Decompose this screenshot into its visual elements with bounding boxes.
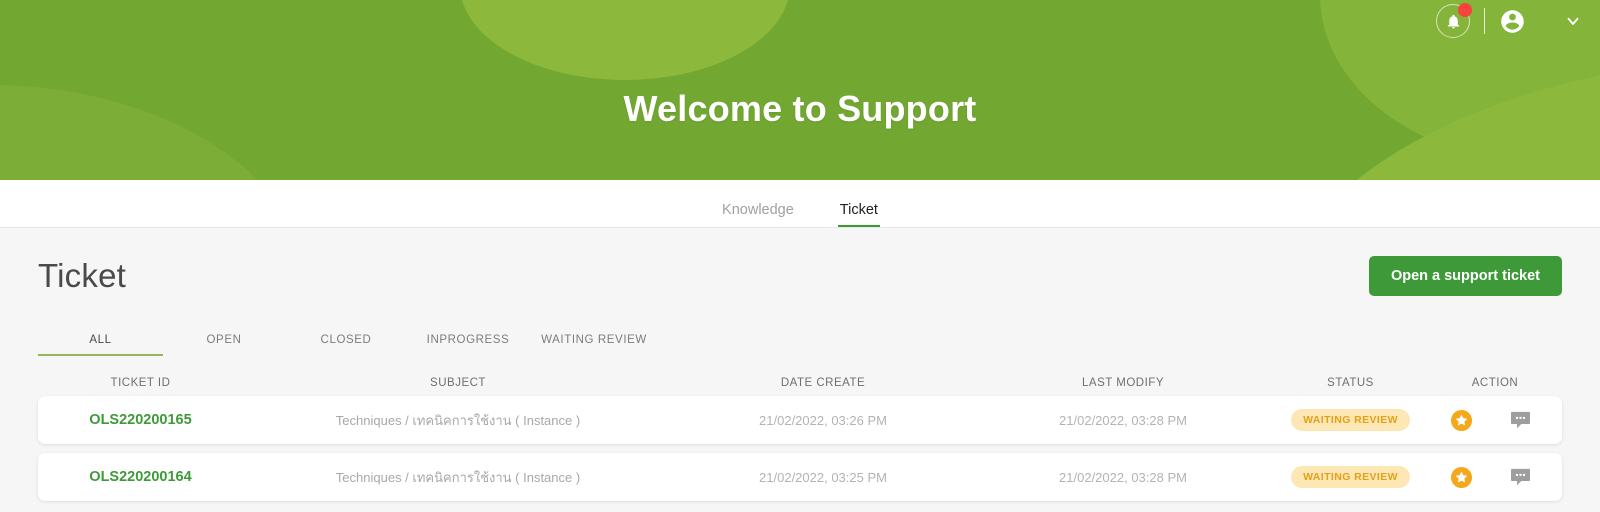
filter-tab-open[interactable]: OPEN xyxy=(163,334,285,356)
ticket-subject: Techniques / เทคนิคการใช้งาน ( Instance … xyxy=(335,469,581,485)
notification-badge xyxy=(1458,3,1472,17)
open-support-ticket-button[interactable]: Open a support ticket xyxy=(1368,256,1562,296)
ticket-date-create: 21/02/2022, 03:26 PM xyxy=(759,412,887,428)
action-cell xyxy=(1428,396,1562,444)
ticket-last-modify: 21/02/2022, 03:28 PM xyxy=(1059,412,1187,428)
filter-tab-closed[interactable]: CLOSED xyxy=(285,334,407,356)
ticket-date-create: 21/02/2022, 03:25 PM xyxy=(759,469,887,485)
notifications-button[interactable] xyxy=(1436,3,1472,38)
decorative-blob-top xyxy=(460,0,790,80)
status-cell: WAITING REVIEW xyxy=(1273,396,1428,444)
column-header-status: STATUS xyxy=(1327,377,1374,389)
chat-bubble-icon[interactable] xyxy=(1510,468,1531,487)
page-header: Ticket Open a support ticket xyxy=(38,228,1562,296)
hero-banner: Welcome to Support xyxy=(0,0,1600,180)
column-header-subject: SUBJECT xyxy=(430,377,486,389)
ticket-id-link[interactable]: OLS220200164 xyxy=(38,453,243,501)
account-circle-icon[interactable] xyxy=(1499,8,1526,35)
nav-tab-ticket[interactable]: Ticket xyxy=(837,202,881,227)
column-header-action: ACTION xyxy=(1471,377,1519,389)
ticket-last-modify: 21/02/2022, 03:28 PM xyxy=(1059,469,1187,485)
hero-topbar xyxy=(1436,0,1600,42)
ticket-filter-tabs: ALL OPEN CLOSED INPROGRESS WAITING REVIE… xyxy=(38,322,1562,356)
status-badge: WAITING REVIEW xyxy=(1291,466,1410,488)
star-icon[interactable] xyxy=(1450,466,1473,489)
chat-bubble-icon[interactable] xyxy=(1510,411,1531,430)
ticket-id-link[interactable]: OLS220200165 xyxy=(38,396,243,444)
column-header-ticket-id: TICKET ID xyxy=(110,377,171,389)
table-row[interactable]: OLS220200165 Techniques / เทคนิคการใช้งา… xyxy=(38,396,1562,444)
star-icon[interactable] xyxy=(1450,409,1473,432)
nav-tab-knowledge[interactable]: Knowledge xyxy=(722,202,794,227)
filter-tab-all[interactable]: ALL xyxy=(38,334,163,356)
table-row[interactable]: OLS220200164 Techniques / เทคนิคการใช้งา… xyxy=(38,453,1562,501)
column-header-last-modify: LAST MODIFY xyxy=(1082,377,1164,389)
status-cell: WAITING REVIEW xyxy=(1273,453,1428,501)
column-header-date-create: DATE CREATE xyxy=(780,377,866,389)
topbar-divider xyxy=(1484,8,1485,34)
main-content: Ticket Open a support ticket ALL OPEN CL… xyxy=(0,228,1600,512)
chevron-down-icon[interactable] xyxy=(1564,12,1582,30)
main-navigation: Knowledge Ticket xyxy=(0,180,1600,228)
ticket-subject: Techniques / เทคนิคการใช้งาน ( Instance … xyxy=(335,412,581,428)
filter-tab-inprogress[interactable]: INPROGRESS xyxy=(407,334,529,356)
page-title: Ticket xyxy=(38,257,126,294)
status-badge: WAITING REVIEW xyxy=(1291,409,1410,431)
page-hero-title: Welcome to Support xyxy=(623,88,977,129)
action-cell xyxy=(1428,453,1562,501)
bell-icon xyxy=(1445,13,1462,30)
filter-tab-waiting-review[interactable]: WAITING REVIEW xyxy=(529,334,659,356)
table-header-row: TICKET ID SUBJECT DATE CREATE LAST MODIF… xyxy=(38,370,1562,396)
